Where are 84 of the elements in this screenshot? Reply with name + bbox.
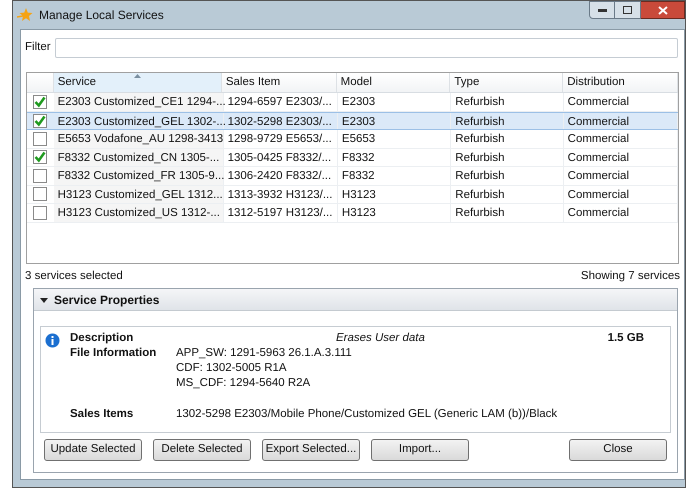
table-cell: H3123 Customized_GEL 1312... [54,186,224,203]
close-button[interactable]: Close [569,439,667,461]
table-cell: Commercial [564,93,678,110]
sales-items-value: 1302-5298 E2303/Mobile Phone/Customized GEL (Generic LAM (b))/Black [176,407,558,422]
action-button[interactable]: Update Selected [44,439,142,461]
minimize-icon [598,8,606,12]
checkbox[interactable] [33,168,48,183]
maximize-button[interactable] [615,1,641,19]
checkbox[interactable] [33,150,48,164]
description-label: Description [70,331,134,346]
table-cell: Refurbish [451,93,564,110]
table-cell: E2303 Customized_CE1 1294-... [54,93,224,110]
minimize-button[interactable] [589,1,615,19]
checkbox[interactable] [33,114,48,128]
checkbox[interactable] [33,94,48,109]
star-icon [17,8,33,22]
table-cell: 1313-3932 H3123/... [224,186,338,203]
table-cell: 1294-6597 E2303/... [224,93,338,110]
table-cell: 1298-9729 E5653/... [224,130,338,148]
close-window-button[interactable] [641,1,685,19]
table-cell: Refurbish [451,148,564,166]
table-cell: Commercial [564,204,678,222]
table-cell: 1306-2420 F8332/... [224,167,338,184]
table-cell: 1305-0425 F8332/... [224,148,338,166]
table-cell: Commercial [564,186,678,203]
table-cell: Commercial [564,130,678,148]
info-icon [45,333,60,348]
table-cell: F8332 [338,167,452,184]
sort-arrow-icon [134,74,141,78]
column-header[interactable]: Type [450,73,564,92]
column-header[interactable]: Distribution [563,73,678,92]
table-row[interactable]: E5653 Vodafone_AU 1298-3413 1298-9729 E5653/... E5653 Refurbish Commercial [27,130,678,148]
table-cell: Refurbish [451,167,564,184]
table-cell: F8332 Customized_FR 1305-9... [54,167,224,184]
table-cell: E2303 [338,112,452,129]
action-button[interactable]: Delete Selected [153,439,251,461]
checkbox[interactable] [33,206,48,220]
table-cell: E5653 Vodafone_AU 1298-3413 [54,130,224,148]
maximize-icon [623,6,632,14]
filter-field[interactable] [55,38,678,58]
table-cell: F8332 [338,148,452,166]
action-button[interactable]: Import... [371,439,469,461]
checkbox[interactable] [33,132,48,146]
column-header[interactable]: Model [336,73,450,92]
column-header[interactable]: Service [54,73,222,92]
table-cell: Commercial [564,112,678,129]
table-cell: H3123 [338,204,452,222]
table-cell: H3123 Customized_US 1312-... [54,204,224,222]
table-row[interactable]: E2303 Customized_CE1 1294-... 1294-6597 E2303/... E2303 Refurbish Commercial [27,93,678,112]
table-row[interactable]: E2303 Customized_GEL 1302-...1302-5298 E2303/... E2303 Refurbish Commercial [27,112,678,130]
properties-section-header[interactable]: Service Properties [34,289,677,311]
table-cell: E2303 Customized_GEL 1302-... [54,112,224,129]
table-cell: 1312-5197 H3123/... [224,204,338,222]
size-value: 1.5 GB [608,331,644,346]
expand-arrow-icon [40,296,48,304]
file-information-line: CDF: 1302-5005 R1A [176,361,288,376]
file-information-line: MS_CDF: 1294-5640 R2A [176,376,312,391]
table-cell: E2303 [338,93,452,110]
selection-count: 3 services selected [25,269,123,282]
column-header[interactable]: Sales Item [222,73,337,92]
table-cell: Refurbish [451,204,564,222]
table-row[interactable]: H3123 Customized_GEL 1312... 1313-3932 H3123/... H3123 Refurbish Commercial [27,186,678,204]
table-cell: H3123 [338,186,452,203]
description-value: Erases User data [336,331,425,346]
sales-items-label: Sales Items [70,407,134,422]
table-cell: Refurbish [451,112,564,129]
table-cell: Refurbish [451,186,564,203]
table-row[interactable]: F8332 Customized_FR 1305-9... 1306-2420 F8332/... F8332 Refurbish Commercial [27,167,678,186]
file-information-line: APP_SW: 1291-5963 26.1.A.3.111 [176,346,352,361]
filter-label: Filter [25,40,52,56]
close-icon [658,6,668,14]
table-row[interactable]: F8332 Customized_CN 1305-... 1305-0425 F8332/... F8332 Refurbish Commercial [27,148,678,167]
table-cell: 1302-5298 E2303/... [224,112,338,129]
checkbox[interactable] [33,187,48,202]
table-row[interactable]: H3123 Customized_US 1312-... 1312-5197 H3123/... H3123 Refurbish Commercial [27,204,678,222]
window-title: Manage Local Services [39,7,164,24]
services-count: Showing 7 services [580,269,680,282]
table-cell: Refurbish [451,130,564,148]
table-cell: E5653 [338,130,452,148]
table-cell: Commercial [564,148,678,166]
file-information-label: File Information [70,346,158,361]
action-button[interactable]: Export Selected... [262,439,360,461]
table-cell: F8332 Customized_CN 1305-... [54,148,224,166]
table-cell: Commercial [564,167,678,184]
